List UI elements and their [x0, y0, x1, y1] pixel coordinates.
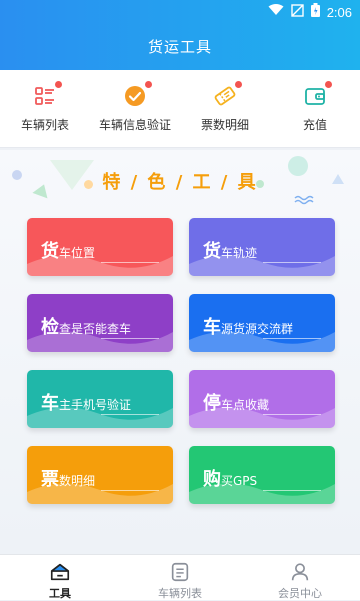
card-label: 主手机号验证 [59, 398, 132, 412]
owner-phone-verify-card[interactable]: 车主手机号验证 [27, 370, 173, 428]
nav-tools[interactable]: 工具 [0, 555, 120, 600]
feature-tools-section: 特 / 色 / 工 / 具 货车位置 货车轨迹 检查是否能查车 车源货源交流群 … [0, 150, 360, 554]
tool-vehicle-verify[interactable]: 车辆信息验证 [90, 81, 180, 133]
nav-vehicle-list[interactable]: 车辆列表 [120, 555, 240, 600]
card-underline [263, 338, 321, 339]
card-label: 车位置 [59, 246, 96, 260]
ticket-icon [213, 84, 237, 108]
card-underline [101, 338, 159, 339]
wallet-icon [303, 84, 327, 108]
status-bar: 2:06 [0, 0, 360, 22]
nav-label: 工具 [49, 587, 71, 600]
card-underline [263, 262, 321, 263]
card-initial: 货 [203, 241, 221, 262]
check-circle-icon [123, 84, 147, 108]
car-track-card[interactable]: 货车轨迹 [189, 218, 335, 276]
card-initial: 货 [41, 241, 59, 262]
card-label: 数明细 [59, 474, 96, 488]
card-initial: 检 [41, 317, 59, 338]
no-signal-icon [290, 3, 304, 21]
card-initial: 车 [203, 317, 221, 338]
card-label: 查是否能查车 [59, 322, 132, 336]
card-underline [263, 414, 321, 415]
car-location-card[interactable]: 货车位置 [27, 218, 173, 276]
check-car-card[interactable]: 检查是否能查车 [27, 294, 173, 352]
list-icon [33, 84, 57, 108]
user-icon [289, 561, 311, 583]
card-initial: 停 [203, 393, 221, 414]
buy-gps-card[interactable]: 购买GPS [189, 446, 335, 504]
nav-label: 会员中心 [278, 587, 322, 600]
parking-favorites-card[interactable]: 停车点收藏 [189, 370, 335, 428]
top-tools-row: 车辆列表 车辆信息验证 票数明细 充值 [0, 70, 360, 148]
card-label: 买GPS [221, 474, 258, 488]
card-underline [101, 262, 159, 263]
battery-icon [310, 3, 320, 21]
card-initial: 购 [203, 469, 221, 490]
tool-ticket-detail[interactable]: 票数明细 [180, 81, 270, 133]
tool-recharge[interactable]: 充值 [270, 81, 360, 133]
card-initial: 票 [41, 469, 59, 490]
bottom-nav: 工具 车辆列表 会员中心 [0, 554, 360, 600]
tool-label: 票数明细 [200, 118, 249, 132]
badge-dot [235, 81, 242, 88]
ticket-detail-card[interactable]: 票数明细 [27, 446, 173, 504]
badge-dot [325, 81, 332, 88]
card-initial: 车 [41, 393, 59, 414]
card-label: 车轨迹 [221, 246, 258, 260]
badge-dot [145, 81, 152, 88]
wifi-icon [268, 4, 284, 20]
card-underline [101, 414, 159, 415]
exchange-group-card[interactable]: 车源货源交流群 [189, 294, 335, 352]
card-underline [101, 490, 159, 491]
feature-title: 特 / 色 / 工 / 具 [102, 172, 258, 193]
tool-label: 车辆信息验证 [98, 118, 171, 132]
card-label: 车点收藏 [221, 398, 270, 412]
card-underline [263, 490, 321, 491]
nav-member-center[interactable]: 会员中心 [240, 555, 360, 600]
tool-label: 车辆列表 [20, 118, 69, 132]
home-icon [49, 561, 71, 583]
tool-label: 充值 [302, 118, 327, 132]
nav-label: 车辆列表 [158, 587, 202, 600]
tool-vehicle-list[interactable]: 车辆列表 [0, 81, 90, 133]
list-icon [169, 561, 191, 583]
card-label: 源货源交流群 [221, 322, 294, 336]
app-header: 2:06 货运工具 [0, 0, 360, 70]
badge-dot [55, 81, 62, 88]
status-time: 2:06 [326, 4, 352, 20]
page-title: 货运工具 [147, 38, 212, 56]
